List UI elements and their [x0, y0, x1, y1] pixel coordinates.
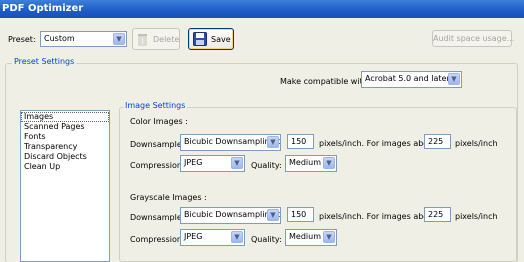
grayscale-quality-label: Quality: [251, 235, 282, 244]
sidebar-item-fonts[interactable]: Fonts [21, 132, 109, 142]
grayscale-downsample-label: Downsample: [130, 213, 185, 222]
image-settings-title: Image Settings [123, 101, 188, 110]
color-downsample-select[interactable]: Bicubic Downsampling to ▼ [180, 134, 281, 151]
compat-select[interactable]: Acrobat 5.0 and later ▼ [361, 71, 462, 88]
delete-button[interactable]: Delete [132, 28, 180, 50]
sidebar-item-images[interactable]: Images [21, 112, 109, 122]
color-quality-label: Quality: [251, 161, 282, 170]
delete-button-label: Delete [153, 35, 180, 44]
grayscale-above-input[interactable]: 225 [424, 207, 451, 222]
floppy-disk-icon [193, 32, 207, 46]
color-compression-label: Compression: [130, 161, 185, 170]
compat-label: Make compatible with: [280, 77, 371, 86]
color-above-suffix: pixels/inch [455, 139, 498, 148]
audit-space-usage-button[interactable]: Audit space usage... [432, 30, 515, 47]
chevron-down-icon: ▼ [113, 33, 125, 45]
window-title: PDF Optimizer [2, 3, 84, 14]
grayscale-ppi-input[interactable]: 150 [287, 207, 314, 222]
save-button[interactable]: Save [188, 28, 234, 50]
color-ppi-input[interactable]: 150 [287, 134, 314, 149]
preset-label: Preset: [8, 35, 36, 44]
color-ppi-suffix: pixels/inch. For images above [319, 139, 438, 148]
chevron-down-icon: ▼ [231, 231, 243, 243]
grayscale-quality-value: Medium [289, 232, 321, 241]
chevron-down-icon: ▼ [323, 157, 335, 169]
grayscale-compression-label: Compression: [130, 235, 185, 244]
color-images-heading: Color Images : [130, 117, 188, 126]
save-button-label: Save [211, 35, 231, 44]
grayscale-compression-value: JPEG [184, 232, 203, 241]
preset-select[interactable]: Custom ▼ [40, 31, 127, 47]
settings-category-list: Images Scanned Pages Fonts Transparency … [20, 110, 110, 262]
sidebar-item-scanned-pages[interactable]: Scanned Pages [21, 122, 109, 132]
chevron-down-icon: ▼ [267, 136, 279, 148]
chevron-down-icon: ▼ [448, 73, 460, 85]
color-compression-select[interactable]: JPEG ▼ [180, 155, 245, 172]
sidebar-item-transparency[interactable]: Transparency [21, 142, 109, 152]
preset-select-value: Custom [44, 34, 75, 43]
chevron-down-icon: ▼ [267, 209, 279, 221]
sidebar-item-clean-up[interactable]: Clean Up [21, 162, 109, 172]
preset-settings-title: Preset Settings [12, 57, 77, 66]
compat-select-value: Acrobat 5.0 and later [365, 74, 450, 83]
color-above-input[interactable]: 225 [424, 134, 451, 149]
grayscale-images-heading: Grayscale Images : [130, 193, 207, 202]
grayscale-quality-select[interactable]: Medium ▼ [285, 229, 337, 246]
grayscale-compression-select[interactable]: JPEG ▼ [180, 229, 245, 246]
trash-icon [137, 32, 148, 46]
grayscale-ppi-suffix: pixels/inch. For images above [319, 212, 438, 221]
color-quality-select[interactable]: Medium ▼ [285, 155, 337, 172]
color-downsample-label: Downsample: [130, 140, 185, 149]
chevron-down-icon: ▼ [323, 231, 335, 243]
chevron-down-icon: ▼ [231, 157, 243, 169]
color-quality-value: Medium [289, 158, 321, 167]
window-title-bar: PDF Optimizer [0, 0, 524, 18]
grayscale-above-suffix: pixels/inch [455, 212, 498, 221]
grayscale-downsample-select[interactable]: Bicubic Downsampling to ▼ [180, 207, 281, 224]
audit-space-usage-label: Audit space usage... [433, 34, 515, 43]
color-compression-value: JPEG [184, 158, 203, 167]
sidebar-item-discard-objects[interactable]: Discard Objects [21, 152, 109, 162]
